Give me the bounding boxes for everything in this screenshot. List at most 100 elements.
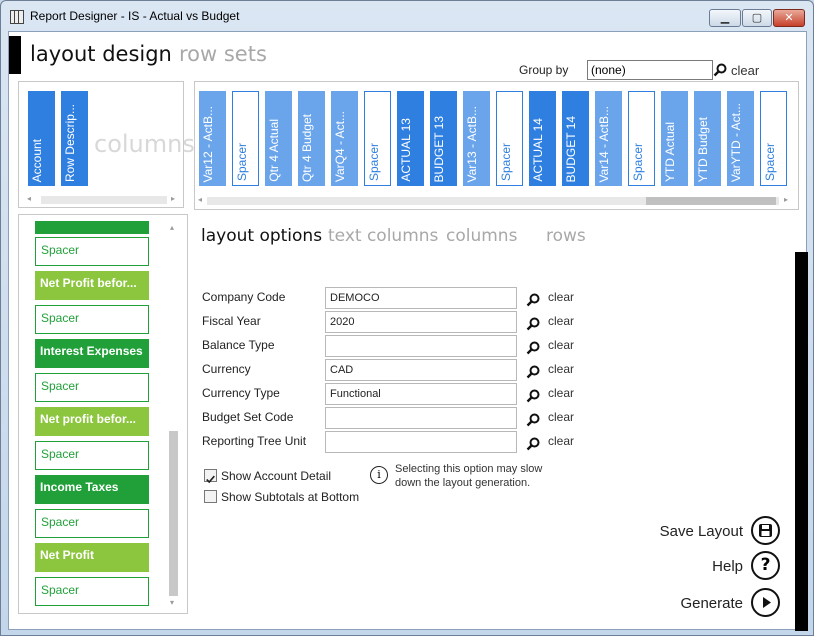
search-icon[interactable] xyxy=(526,364,540,379)
field-input[interactable]: CAD xyxy=(325,359,517,381)
field-input[interactable]: DEMOCO xyxy=(325,287,517,309)
field-clear-link[interactable]: clear xyxy=(548,362,574,376)
rows-scroll-thumb[interactable] xyxy=(169,431,178,596)
field-input[interactable] xyxy=(325,407,517,429)
fixed-columns-scrollbar[interactable] xyxy=(41,196,167,204)
column-tile-label: ACTUAL 14 xyxy=(531,118,545,182)
column-tile[interactable]: BUDGET 14 xyxy=(562,91,589,186)
show-subtotals-checkbox[interactable] xyxy=(204,490,217,503)
row-item[interactable]: Interest Expenses xyxy=(35,339,149,368)
group-by-input[interactable]: (none) xyxy=(587,60,713,80)
fixed-columns-panel: columns Account Row Descrip... ◂ ▸ xyxy=(18,81,195,208)
spacer-column-tile[interactable]: Spacer xyxy=(364,91,391,186)
spacer-column-tile[interactable]: Spacer xyxy=(760,91,787,186)
minimize-button[interactable]: ▁ xyxy=(709,9,741,27)
tab-layout-design[interactable]: layout design xyxy=(30,42,172,66)
column-tile-label: Spacer xyxy=(631,142,645,181)
row-item[interactable]: Net profit befor... xyxy=(35,407,149,436)
close-button[interactable]: ✕ xyxy=(773,9,805,27)
search-icon[interactable] xyxy=(526,316,540,331)
spacer-column-tile[interactable]: Spacer xyxy=(496,91,523,186)
field-label: Balance Type xyxy=(202,338,275,352)
field-label: Reporting Tree Unit xyxy=(202,434,307,448)
column-tile[interactable]: Row Descrip... xyxy=(61,91,88,186)
tab-layout-options[interactable]: layout options xyxy=(201,226,322,246)
field-input[interactable] xyxy=(325,335,517,357)
column-tile[interactable]: ACTUAL 13 xyxy=(397,91,424,186)
window-title: Report Designer - IS - Actual vs Budget xyxy=(30,9,240,23)
column-tile[interactable]: VarQ4 - Act... xyxy=(331,91,358,186)
column-tile[interactable]: ACTUAL 14 xyxy=(529,91,556,186)
search-icon[interactable] xyxy=(526,412,540,427)
spacer-column-tile[interactable]: Spacer xyxy=(628,91,655,186)
title-bar[interactable]: Report Designer - IS - Actual vs Budget … xyxy=(1,1,813,31)
field-clear-link[interactable]: clear xyxy=(548,290,574,304)
field-clear-link[interactable]: clear xyxy=(548,338,574,352)
scroll-right-icon[interactable]: ▸ xyxy=(171,194,175,203)
column-tile[interactable]: Account xyxy=(28,91,55,186)
column-tile[interactable]: VarYTD - Act... xyxy=(727,91,754,186)
show-account-detail-label: Show Account Detail xyxy=(221,469,332,483)
scroll-right-icon[interactable]: ▸ xyxy=(784,195,788,204)
search-icon[interactable] xyxy=(526,340,540,355)
help-label[interactable]: Help xyxy=(643,558,743,575)
help-icon[interactable]: ? xyxy=(751,551,780,580)
field-input[interactable]: 2020 xyxy=(325,311,517,333)
column-tile[interactable]: Qtr 4 Actual xyxy=(265,91,292,186)
side-edge xyxy=(795,252,808,631)
field-input[interactable]: Functional xyxy=(325,383,517,405)
row-item[interactable] xyxy=(35,221,149,234)
play-icon[interactable] xyxy=(751,588,780,617)
active-tab-indicator xyxy=(9,36,21,74)
field-input[interactable] xyxy=(325,431,517,453)
row-item[interactable]: Income Taxes xyxy=(35,475,149,504)
spacer-row[interactable]: Spacer xyxy=(35,237,149,266)
generate-label[interactable]: Generate xyxy=(643,595,743,612)
column-tile-label: Qtr 4 Budget xyxy=(300,113,314,182)
scroll-left-icon[interactable]: ◂ xyxy=(27,194,31,203)
field-label: Fiscal Year xyxy=(202,314,261,328)
scroll-up-icon[interactable]: ▴ xyxy=(170,223,174,232)
search-icon[interactable] xyxy=(713,62,727,77)
column-tile-label: Row Descrip... xyxy=(63,103,77,182)
save-icon[interactable] xyxy=(751,516,780,545)
columns-scroll-thumb[interactable] xyxy=(646,197,776,205)
column-tile[interactable]: Var14 - ActB... xyxy=(595,91,622,186)
maximize-button[interactable]: ▢ xyxy=(742,9,772,27)
column-tile-label: BUDGET 14 xyxy=(564,115,578,182)
search-icon[interactable] xyxy=(526,292,540,307)
save-layout-label[interactable]: Save Layout xyxy=(643,523,743,540)
group-by-clear-link[interactable]: clear xyxy=(731,63,759,78)
row-item[interactable]: Net Profit befor... xyxy=(35,271,149,300)
spacer-column-tile[interactable]: Spacer xyxy=(232,91,259,186)
spacer-row[interactable]: Spacer xyxy=(35,577,149,606)
column-tile[interactable]: Var13 - ActB... xyxy=(463,91,490,186)
search-icon[interactable] xyxy=(526,388,540,403)
search-icon[interactable] xyxy=(526,436,540,451)
field-clear-link[interactable]: clear xyxy=(548,410,574,424)
spacer-row[interactable]: Spacer xyxy=(35,305,149,334)
column-tile[interactable]: Var12 - ActB... xyxy=(199,91,226,186)
column-tile[interactable]: BUDGET 13 xyxy=(430,91,457,186)
scroll-down-icon[interactable]: ▾ xyxy=(170,598,174,607)
column-tile[interactable]: YTD Actual xyxy=(661,91,688,186)
field-clear-link[interactable]: clear xyxy=(548,386,574,400)
tab-row-sets[interactable]: row sets xyxy=(179,42,267,66)
column-tile[interactable]: YTD Budget xyxy=(694,91,721,186)
app-icon xyxy=(10,10,24,24)
row-item[interactable]: Net Profit xyxy=(35,543,149,572)
field-clear-link[interactable]: clear xyxy=(548,314,574,328)
column-tile-label: VarQ4 - Act... xyxy=(333,110,347,182)
column-tile-label: Spacer xyxy=(763,142,777,181)
tab-rows[interactable]: rows xyxy=(546,226,586,246)
show-account-detail-checkbox[interactable] xyxy=(204,469,217,484)
field-clear-link[interactable]: clear xyxy=(548,434,574,448)
spacer-row[interactable]: Spacer xyxy=(35,441,149,470)
spacer-row[interactable]: Spacer xyxy=(35,509,149,538)
column-tile[interactable]: Qtr 4 Budget xyxy=(298,91,325,186)
tab-columns[interactable]: columns xyxy=(446,226,517,246)
scroll-left-icon[interactable]: ◂ xyxy=(198,195,202,204)
tab-text-columns[interactable]: text columns xyxy=(328,226,438,246)
columns-placeholder: columns xyxy=(94,130,195,158)
spacer-row[interactable]: Spacer xyxy=(35,373,149,402)
